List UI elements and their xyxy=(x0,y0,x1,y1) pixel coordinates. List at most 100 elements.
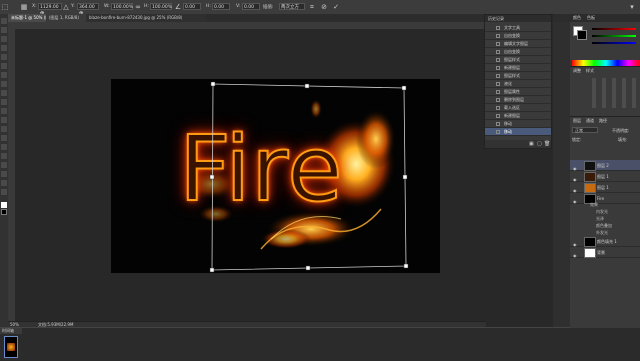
new-snapshot-icon[interactable]: ▣ xyxy=(529,141,534,147)
timeline-panel: 时间轴 xyxy=(0,327,640,361)
history-step-icon xyxy=(496,122,500,126)
transform-handle-b[interactable] xyxy=(305,265,311,271)
layer-effect-item[interactable]: 内发光 xyxy=(596,209,608,215)
history-item[interactable]: 新建图层 xyxy=(485,112,551,120)
timeline-tab[interactable]: 时间轴 xyxy=(0,328,22,334)
history-item-label: 图层属性 xyxy=(504,89,520,94)
history-panel-footer: ▣ ▢ 🗑 xyxy=(485,140,551,148)
layer-name: 图层 1 xyxy=(597,185,609,190)
history-step-icon xyxy=(496,42,500,46)
create-document-icon[interactable]: ▢ xyxy=(537,141,542,147)
history-item[interactable]: 删除到图层 xyxy=(485,96,551,104)
history-step-icon xyxy=(496,130,500,134)
history-panel-title[interactable]: 历史记录 xyxy=(485,15,551,22)
layer-effect-item[interactable]: 外发光 xyxy=(596,230,608,236)
layer-row[interactable]: ◉ 图层 2 xyxy=(570,160,640,171)
layer-row[interactable]: ◉ 背景 xyxy=(570,247,640,258)
blend-mode-select[interactable]: 正常 xyxy=(572,127,598,133)
layer-effect-item[interactable]: 颜色叠加 xyxy=(596,223,612,229)
transform-handle-t[interactable] xyxy=(304,83,310,89)
history-item-label: 移动 xyxy=(504,129,512,134)
tab-channels[interactable]: 通道 xyxy=(586,118,594,124)
timeline-frame[interactable] xyxy=(4,336,18,358)
history-item[interactable]: 液化 xyxy=(485,80,551,88)
layer-thumbnail xyxy=(584,237,596,247)
collapsed-panels-strip xyxy=(553,22,570,327)
layer-visibility-eye-icon[interactable]: ◉ xyxy=(573,174,578,182)
history-item-label: 载入选区 xyxy=(504,105,520,110)
history-step-icon xyxy=(496,82,500,86)
layer-name: 图层 1 xyxy=(597,174,609,179)
history-step-icon xyxy=(496,66,500,70)
history-step-icon xyxy=(496,90,500,94)
transform-handle-bl[interactable] xyxy=(209,267,215,273)
layers-panel: 图层 通道 路径 正常 不透明度: 锁定: 填充: xyxy=(570,116,640,328)
red-slider[interactable] xyxy=(592,28,636,30)
history-item-label: 移动 xyxy=(504,121,512,126)
history-step-icon xyxy=(496,114,500,118)
layer-visibility-eye-icon[interactable]: ◉ xyxy=(573,196,578,204)
layer-name: 颜色填充 1 xyxy=(597,239,617,244)
history-item[interactable]: 移动 xyxy=(485,120,551,128)
history-item-label: 删除到图层 xyxy=(504,97,524,102)
layer-row[interactable]: ◉ 颜色填充 1 xyxy=(570,236,640,247)
layer-row[interactable]: ◉ 图层 1 xyxy=(570,182,640,193)
history-item-label: 自由变换 xyxy=(504,33,520,38)
opacity-label: 不透明度: xyxy=(612,128,630,133)
transform-handle-l[interactable] xyxy=(209,174,215,180)
tab-color[interactable]: 颜色 xyxy=(573,15,581,21)
history-item-label: 图层样式 xyxy=(504,73,520,78)
history-step-icon xyxy=(496,106,500,110)
history-item[interactable]: 移动 xyxy=(485,128,551,136)
layer-visibility-eye-icon[interactable]: ◉ xyxy=(573,250,578,258)
history-item[interactable]: 载入选区 xyxy=(485,104,551,112)
transform-handle-r[interactable] xyxy=(402,174,408,180)
history-panel: 历史记录 文字工具 自由变换 编辑文字图层 自由变换 图层样式 新建图层 图层样式 液化 图层属… xyxy=(484,14,552,149)
color-panel-tabs: 颜色 色板 xyxy=(553,14,640,22)
delete-history-icon[interactable]: 🗑 xyxy=(544,141,550,147)
transform-handle-br[interactable] xyxy=(403,263,409,269)
layer-thumbnail xyxy=(584,248,596,258)
green-slider[interactable] xyxy=(592,35,636,37)
history-item[interactable]: 自由变换 xyxy=(485,32,551,40)
history-item-label: 编辑文字图层 xyxy=(504,41,528,46)
layer-row[interactable]: ◉ 图层 1 xyxy=(570,171,640,182)
history-item[interactable]: 文字工具 xyxy=(485,24,551,32)
history-item[interactable]: 新建图层 xyxy=(485,64,551,72)
layer-name: Fire xyxy=(597,196,605,201)
history-item-label: 新建图层 xyxy=(504,113,520,118)
layer-thumbnail xyxy=(584,172,596,182)
history-item[interactable]: 编辑文字图层 xyxy=(485,40,551,48)
layer-thumbnail xyxy=(584,183,596,193)
transform-handle-tr[interactable] xyxy=(401,85,407,91)
history-item[interactable]: 自由变换 xyxy=(485,48,551,56)
history-step-icon xyxy=(496,34,500,38)
adjustment-icons-grid[interactable] xyxy=(588,78,638,108)
tab-paths[interactable]: 路径 xyxy=(599,118,607,124)
blue-slider[interactable] xyxy=(592,42,636,44)
background-swatch[interactable] xyxy=(577,30,587,40)
history-item-label: 自由变换 xyxy=(504,49,520,54)
layer-row[interactable]: ◉ Fire xyxy=(570,193,640,204)
history-item[interactable]: 图层样式 xyxy=(485,56,551,64)
tab-adjustments[interactable]: 调整 xyxy=(573,68,581,74)
history-step-icon xyxy=(496,26,500,30)
history-item-label: 新建图层 xyxy=(504,65,520,70)
adjustments-panel: 调整 样式 xyxy=(570,66,640,117)
history-step-icon xyxy=(496,98,500,102)
history-item[interactable]: 图层属性 xyxy=(485,88,551,96)
tab-swatches[interactable]: 色板 xyxy=(587,15,595,21)
transform-handle-tl[interactable] xyxy=(210,81,216,87)
tab-styles[interactable]: 样式 xyxy=(586,68,594,74)
tab-layers[interactable]: 图层 xyxy=(573,118,581,124)
history-item-label: 图层样式 xyxy=(504,57,520,62)
layer-visibility-eye-icon[interactable]: ◉ xyxy=(573,163,578,171)
history-item[interactable]: 图层样式 xyxy=(485,72,551,80)
layer-effect-item[interactable]: 效果 xyxy=(590,202,598,208)
history-item-label: 液化 xyxy=(504,81,512,86)
layer-effect-item[interactable]: 光泽 xyxy=(596,216,604,222)
frame-thumbnail xyxy=(7,343,15,351)
layer-visibility-eye-icon[interactable]: ◉ xyxy=(573,239,578,247)
history-step-icon xyxy=(496,50,500,54)
layer-visibility-eye-icon[interactable]: ◉ xyxy=(573,185,578,193)
